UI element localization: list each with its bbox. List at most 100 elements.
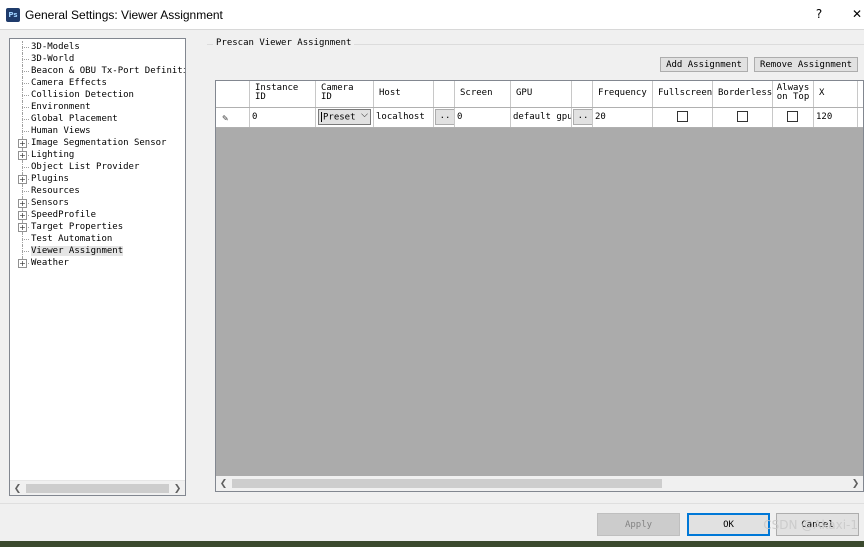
tree-item[interactable]: + Plugins: [10, 173, 185, 185]
cell-x[interactable]: 120: [814, 108, 858, 127]
header-borderless[interactable]: Borderless: [713, 81, 773, 107]
grid-horizontal-scrollbar[interactable]: ❮ ❯: [216, 476, 863, 491]
fullscreen-checkbox[interactable]: [676, 111, 688, 122]
header-host[interactable]: Host: [374, 81, 434, 107]
title-bar: Ps General Settings: Viewer Assignment ?…: [0, 0, 864, 30]
tree-item[interactable]: Global Placement: [10, 113, 185, 125]
header-instance-id[interactable]: Instance ID: [250, 81, 316, 107]
background-strip: [0, 541, 864, 547]
ok-button[interactable]: OK: [687, 513, 770, 536]
expand-plus-icon[interactable]: +: [18, 259, 27, 268]
expand-plus-icon[interactable]: +: [18, 211, 27, 220]
tree-item-label: Environment: [31, 102, 91, 112]
tree-item[interactable]: Test Automation: [10, 233, 185, 245]
tree-item[interactable]: Beacon & OBU Tx-Port Definitio: [10, 65, 185, 77]
tree-item-label: Camera Effects: [31, 78, 107, 88]
chevron-down-icon[interactable]: ⌵: [361, 111, 368, 120]
tree-item[interactable]: + Image Segmentation Sensor: [10, 137, 185, 149]
scroll-right-icon[interactable]: ❯: [848, 476, 863, 491]
close-button[interactable]: ✕: [845, 4, 864, 24]
tree-item[interactable]: Viewer Assignment: [10, 245, 185, 257]
tree-item-label: Weather: [31, 258, 69, 268]
header-frequency[interactable]: Frequency: [593, 81, 653, 107]
tree-connector: [22, 83, 29, 84]
tree-item-label: Sensors: [31, 198, 69, 208]
tree-item[interactable]: Resources: [10, 185, 185, 197]
watermark: CSDN @Akaxi-1: [763, 518, 858, 532]
expand-plus-icon[interactable]: +: [18, 139, 27, 148]
header-always-on-top[interactable]: Always on Top: [773, 81, 814, 107]
scroll-right-icon[interactable]: ❯: [170, 481, 185, 496]
settings-tree[interactable]: 3D-Models 3D-World Beacon & OBU Tx-Port De…: [9, 38, 186, 496]
row-selector[interactable]: ✎: [216, 108, 250, 127]
host-browse-button[interactable]: ..: [435, 109, 454, 125]
cell-gpu[interactable]: default gpu: [511, 108, 572, 127]
tree-connector: [22, 95, 29, 96]
tree-item[interactable]: + Sensors: [10, 197, 185, 209]
assignment-grid[interactable]: Instance ID Camera ID Host Screen GPU Freq…: [215, 80, 864, 492]
tree-item-label: Plugins: [31, 174, 69, 184]
cell-next-column[interactable]: [858, 108, 863, 127]
cell-borderless[interactable]: [713, 108, 773, 127]
tree-connector: [22, 107, 29, 108]
tree-connector: [22, 71, 29, 72]
tree-item-label: Test Automation: [31, 234, 113, 244]
scroll-thumb[interactable]: [232, 479, 662, 488]
cell-frequency[interactable]: 20: [593, 108, 653, 127]
window-title: General Settings: Viewer Assignment: [25, 7, 223, 22]
app-icon: Ps: [6, 7, 20, 22]
camera-id-combobox[interactable]: Preset ⌵: [318, 109, 371, 125]
cell-instance-id[interactable]: 0: [250, 108, 316, 127]
tree-item[interactable]: + Lighting: [10, 149, 185, 161]
tree-item[interactable]: 3D-World: [10, 53, 185, 65]
tree-item-label: Collision Detection: [31, 90, 134, 100]
header-screen[interactable]: Screen: [455, 81, 511, 107]
tree-connector: [22, 251, 29, 252]
help-button[interactable]: ?: [807, 4, 831, 24]
tree-item[interactable]: Human Views: [10, 125, 185, 137]
cell-host-browse[interactable]: ..: [434, 108, 455, 127]
tree-items: 3D-Models 3D-World Beacon & OBU Tx-Port De…: [10, 41, 185, 481]
scroll-left-icon[interactable]: ❮: [10, 481, 25, 496]
header-camera-id[interactable]: Camera ID: [316, 81, 374, 107]
tree-item[interactable]: + SpeedProfile: [10, 209, 185, 221]
tree-item-label: 3D-Models: [31, 42, 80, 52]
expand-plus-icon[interactable]: +: [18, 199, 27, 208]
grid-header: Instance ID Camera ID Host Screen GPU Freq…: [216, 81, 863, 108]
expand-plus-icon[interactable]: +: [18, 175, 27, 184]
cell-always-on-top[interactable]: [773, 108, 814, 127]
tree-item[interactable]: Environment: [10, 101, 185, 113]
cell-screen[interactable]: 0: [455, 108, 511, 127]
tree-item[interactable]: + Target Properties: [10, 221, 185, 233]
remove-assignment-button[interactable]: Remove Assignment: [754, 57, 858, 72]
expand-plus-icon[interactable]: +: [18, 151, 27, 160]
cell-host[interactable]: localhost: [374, 108, 434, 127]
cell-fullscreen[interactable]: [653, 108, 713, 127]
scroll-left-icon[interactable]: ❮: [216, 476, 231, 491]
borderless-checkbox[interactable]: [736, 111, 748, 122]
add-assignment-button[interactable]: Add Assignment: [660, 57, 748, 72]
tree-item-label: Image Segmentation Sensor: [31, 138, 167, 148]
always-on-top-checkbox[interactable]: [787, 111, 798, 122]
tree-item[interactable]: + Weather: [10, 257, 185, 269]
header-gpu[interactable]: GPU: [511, 81, 572, 107]
expand-plus-icon[interactable]: +: [18, 223, 27, 232]
header-fullscreen[interactable]: Fullscreen: [653, 81, 713, 107]
tree-connector: [22, 191, 29, 192]
tree-horizontal-scrollbar[interactable]: ❮ ❯: [10, 480, 185, 495]
cell-gpu-browse[interactable]: ..: [572, 108, 593, 127]
tree-item[interactable]: 3D-Models: [10, 41, 185, 53]
gpu-browse-button[interactable]: ..: [573, 109, 592, 125]
apply-button[interactable]: Apply: [597, 513, 680, 536]
header-x[interactable]: X: [814, 81, 858, 107]
tree-item[interactable]: Collision Detection: [10, 89, 185, 101]
tree-item-label: Lighting: [31, 150, 75, 160]
table-row[interactable]: ✎ 0 Preset ⌵ localhost .. 0 default gpu …: [216, 108, 863, 128]
tree-item[interactable]: Camera Effects: [10, 77, 185, 89]
tree-item-label: 3D-World: [31, 54, 75, 64]
tree-item[interactable]: Object List Provider: [10, 161, 185, 173]
row-header-corner: [216, 81, 250, 107]
cell-camera-id[interactable]: Preset ⌵: [316, 108, 374, 127]
scroll-thumb[interactable]: [26, 484, 169, 493]
tree-item-label: SpeedProfile: [31, 210, 97, 220]
